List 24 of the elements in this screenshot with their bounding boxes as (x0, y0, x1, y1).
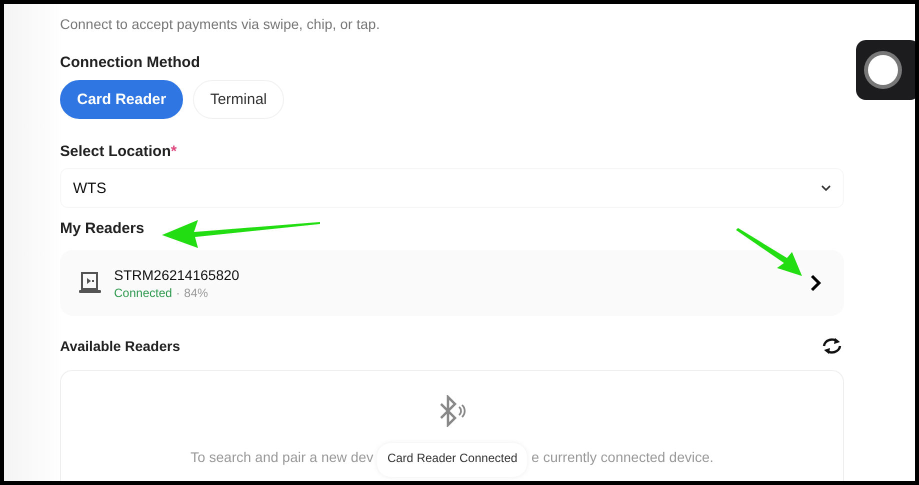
required-mark: * (170, 143, 177, 160)
field-label: Select Location (60, 143, 171, 160)
subtitle: Connect to accept payments via swipe, chip, or tap. (60, 16, 381, 32)
chevron-right-icon (810, 274, 822, 292)
section-label: Connection Method (60, 54, 201, 71)
status-text: Connected (114, 286, 172, 300)
refresh-icon[interactable] (820, 336, 844, 356)
reader-card[interactable]: STRM26214165820 Connected · 84% (60, 250, 844, 316)
bluetooth-icon (437, 395, 467, 427)
message-text: e currently connected device. (531, 449, 714, 465)
battery-text: 84% (184, 286, 208, 300)
section-label: My Readers (60, 220, 144, 237)
method-tab[interactable]: Card Reader (60, 80, 184, 119)
arrow-annotation (734, 228, 804, 278)
assistive-touch-button[interactable] (856, 40, 915, 100)
message-text: To search and pair a new dev (190, 449, 374, 465)
method-tab[interactable]: Terminal (193, 80, 284, 119)
battery-text: · (176, 286, 180, 300)
toast: Card Reader Connected (377, 443, 528, 477)
chevron-down-icon (821, 184, 831, 192)
card-reader-icon (78, 271, 102, 295)
section-label: Available Readers (60, 338, 180, 354)
location-select[interactable]: WTS (60, 168, 844, 208)
reader-name: STRM26214165820 (114, 266, 240, 282)
